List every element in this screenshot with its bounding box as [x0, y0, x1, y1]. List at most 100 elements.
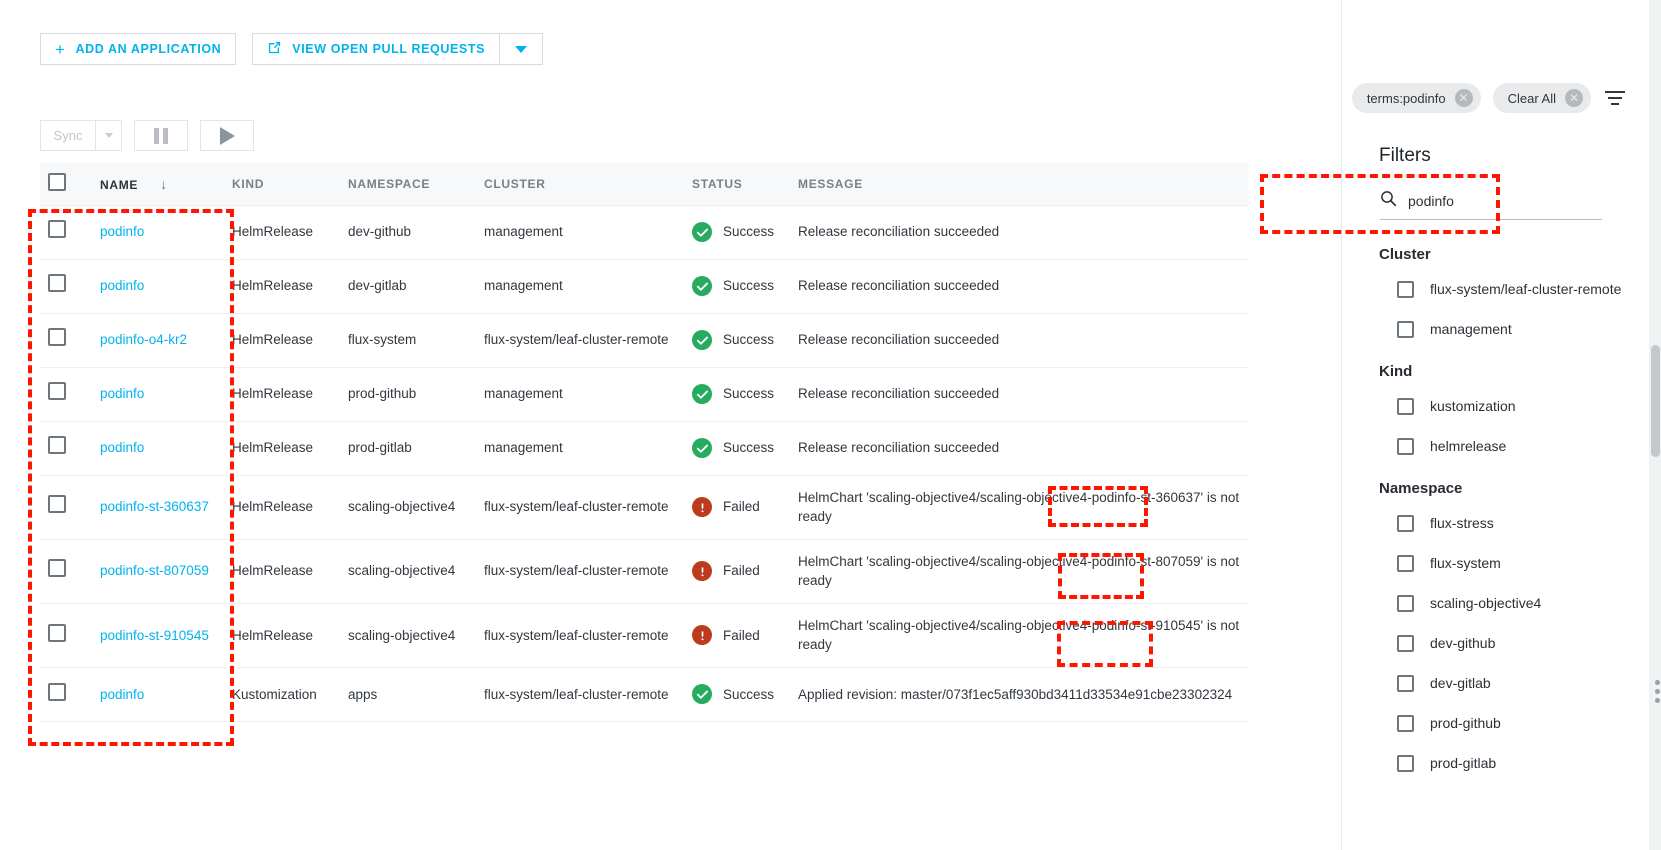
row-status-cell: Success [684, 313, 790, 368]
row-status-cell: Failed [684, 539, 790, 604]
table-row[interactable]: podinfo HelmRelease prod-gitlab management S… [40, 421, 1248, 476]
table-header-row: NAME ↓ KIND NAMESPACE CLUSTER STATUS MES… [40, 163, 1248, 206]
table-row[interactable]: podinfo HelmRelease dev-gitlab management Su… [40, 259, 1248, 314]
table-header: NAME ↓ KIND NAMESPACE CLUSTER STATUS MES… [40, 163, 1248, 206]
table-row[interactable]: podinfo Kustomization apps flux-system/leaf… [40, 667, 1248, 722]
row-cluster-cell: flux-system/leaf-cluster-remote [476, 313, 684, 368]
facet-checkbox[interactable] [1397, 674, 1414, 692]
failure-alert-icon [692, 561, 712, 582]
row-status-cell: Success [684, 421, 790, 476]
filter-chip-terms-podinfo[interactable]: terms:podinfo ✕ [1351, 83, 1481, 113]
row-checkbox[interactable] [48, 623, 66, 642]
page-scrollbar-track[interactable] [1649, 0, 1661, 850]
application-link[interactable]: podinfo [100, 687, 144, 702]
sort-descending-icon[interactable]: ↓ [160, 176, 168, 192]
row-namespace-cell: scaling-objective4 [340, 539, 476, 604]
table-row[interactable]: podinfo-st-807059 HelmRelease scaling-obje… [40, 539, 1248, 604]
header-status[interactable]: STATUS [684, 163, 790, 206]
header-kind[interactable]: KIND [224, 163, 340, 206]
application-link[interactable]: podinfo [100, 224, 144, 239]
facet-checkbox[interactable] [1397, 514, 1414, 532]
status-badge: Failed [692, 561, 782, 582]
application-link[interactable]: podinfo-st-910545 [100, 628, 209, 643]
facet-checkbox[interactable] [1397, 634, 1414, 652]
application-link[interactable]: podinfo-st-360637 [100, 499, 209, 514]
close-circle-icon[interactable]: ✕ [1454, 89, 1473, 107]
select-all-checkbox[interactable] [48, 173, 66, 192]
row-select-cell [40, 205, 92, 260]
facet-option[interactable]: flux-stress [1379, 503, 1649, 543]
page-scrollbar-thumb[interactable] [1651, 345, 1660, 457]
row-select-cell [40, 367, 92, 422]
row-checkbox[interactable] [48, 436, 66, 455]
clear-all-chip[interactable]: Clear All ✕ [1492, 83, 1591, 113]
status-label: Success [723, 440, 775, 456]
view-open-pull-requests-button[interactable]: VIEW OPEN PULL REQUESTS [252, 33, 500, 65]
row-select-cell [40, 475, 92, 540]
row-checkbox[interactable] [48, 274, 66, 293]
table-row[interactable]: podinfo-o4-kr2 HelmRelease flux-system flux… [40, 313, 1248, 368]
facet-checkbox[interactable] [1397, 280, 1414, 298]
row-checkbox[interactable] [48, 559, 66, 578]
facet-option[interactable]: kustomization [1379, 386, 1649, 426]
row-cluster-cell: management [476, 259, 684, 314]
header-message[interactable]: MESSAGE [790, 163, 1248, 206]
application-link[interactable]: podinfo-st-807059 [100, 563, 209, 578]
application-link[interactable]: podinfo [100, 440, 144, 455]
row-cluster-cell: flux-system/leaf-cluster-remote [476, 667, 684, 722]
status-badge: Success [692, 330, 782, 350]
sync-dropdown-button[interactable] [96, 120, 122, 151]
facet-checkbox[interactable] [1397, 397, 1414, 415]
facet-option-label: kustomization [1430, 398, 1516, 414]
row-select-cell [40, 539, 92, 604]
facet-option-label: dev-github [1430, 635, 1496, 651]
facet-option[interactable]: management [1379, 309, 1649, 349]
add-application-button[interactable]: + ADD AN APPLICATION [40, 33, 237, 65]
resume-button[interactable] [200, 120, 254, 151]
applications-table: NAME ↓ KIND NAMESPACE CLUSTER STATUS MES… [40, 163, 1248, 722]
filters-search-row[interactable] [1380, 190, 1602, 220]
application-link[interactable]: podinfo [100, 386, 144, 401]
facet-title-cluster: Cluster [1379, 246, 1431, 263]
facet-checkbox[interactable] [1397, 437, 1414, 455]
row-checkbox[interactable] [48, 220, 66, 239]
application-link[interactable]: podinfo [100, 278, 144, 293]
row-checkbox[interactable] [48, 495, 66, 514]
table-row[interactable]: podinfo HelmRelease prod-github management S… [40, 367, 1248, 422]
facet-option[interactable]: flux-system [1379, 543, 1649, 583]
facet-checkbox[interactable] [1397, 594, 1414, 612]
filter-icon[interactable] [1603, 87, 1627, 109]
facet-option[interactable]: helmrelease [1379, 426, 1649, 466]
application-link[interactable]: podinfo-o4-kr2 [100, 332, 187, 347]
row-name-cell: podinfo [92, 421, 224, 476]
table-row[interactable]: podinfo-st-910545 HelmRelease scaling-obje… [40, 603, 1248, 668]
facet-checkbox[interactable] [1397, 320, 1414, 338]
facet-option[interactable]: dev-gitlab [1379, 663, 1649, 703]
facet-checkbox[interactable] [1397, 554, 1414, 572]
row-select-cell [40, 259, 92, 314]
header-namespace[interactable]: NAMESPACE [340, 163, 476, 206]
row-checkbox[interactable] [48, 328, 66, 347]
facet-option[interactable]: prod-gitlab [1379, 743, 1649, 783]
scrollbar-overflow-menu-icon[interactable] [1655, 680, 1660, 703]
row-checkbox[interactable] [48, 682, 66, 701]
sync-button[interactable]: Sync [40, 120, 96, 151]
facet-checkbox[interactable] [1397, 754, 1414, 772]
facet-option[interactable]: dev-github [1379, 623, 1649, 663]
table-row[interactable]: podinfo-st-360637 HelmRelease scaling-obje… [40, 475, 1248, 540]
header-cluster[interactable]: CLUSTER [476, 163, 684, 206]
table-row[interactable]: podinfo HelmRelease dev-github management Su… [40, 205, 1248, 260]
facet-option-label: scaling-objective4 [1430, 595, 1542, 611]
facet-option[interactable]: scaling-objective4 [1379, 583, 1649, 623]
filters-search-input[interactable] [1406, 192, 1602, 210]
suspend-button[interactable] [134, 120, 188, 151]
facet-option[interactable]: flux-system/leaf-cluster-remote [1379, 269, 1649, 309]
header-name[interactable]: NAME ↓ [92, 163, 224, 206]
facet-option[interactable]: prod-github [1379, 703, 1649, 743]
row-checkbox[interactable] [48, 382, 66, 401]
facet-checkbox[interactable] [1397, 714, 1414, 732]
filters-panel: Filters Cluster flux-system/leaf-cluster-… [1341, 0, 1649, 850]
close-circle-icon[interactable]: ✕ [1565, 89, 1583, 107]
pull-requests-dropdown-button[interactable] [499, 33, 544, 65]
status-badge: Success [692, 438, 782, 458]
